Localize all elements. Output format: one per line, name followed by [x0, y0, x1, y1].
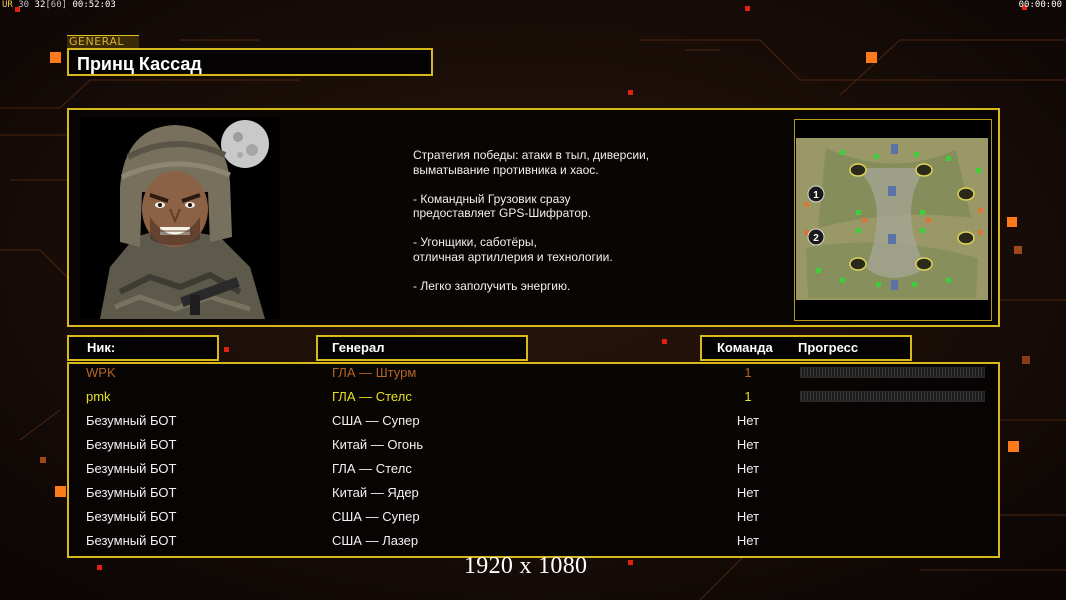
player-team: Нет: [736, 485, 760, 500]
player-row[interactable]: Безумный БОТ США — Супер Нет: [0, 409, 1066, 433]
player-nick: Безумный БОТ: [86, 533, 177, 548]
general-description: Стратегия победы: атаки в тыл, диверсии,…: [413, 148, 743, 308]
player-general: Китай — Огонь: [332, 437, 424, 452]
player-team: Нет: [736, 461, 760, 476]
player-row[interactable]: WPK ГЛА — Штурм 1: [0, 361, 1066, 385]
player-general: США — Супер: [332, 413, 420, 428]
description-line-3: - Угонщики, саботёры, отличная артиллери…: [413, 235, 613, 264]
general-name: Принц Кассад: [67, 48, 433, 76]
player-team: 1: [744, 389, 752, 404]
player-team: Нет: [736, 509, 760, 524]
start-position-2: 2: [813, 233, 819, 244]
player-general: ГЛА — Стелс: [332, 461, 412, 476]
player-progress-bar: [800, 391, 985, 402]
fps-value: 30: [18, 0, 30, 10]
player-row[interactable]: Безумный БОТ Китай — Ядер Нет: [0, 481, 1066, 505]
start-position-1: 1: [813, 190, 819, 201]
fps-limit: [60]: [45, 0, 68, 10]
player-row[interactable]: Безумный БОТ США — Супер Нет: [0, 505, 1066, 529]
column-header-nick: Ник:: [67, 335, 219, 361]
player-nick: WPK: [86, 365, 116, 380]
fps-counter: UR 30 32[60] 00:52:03: [2, 0, 116, 11]
description-line-2: - Командный Грузовик сразу предоставляет…: [413, 191, 592, 221]
player-nick: Безумный БОТ: [86, 485, 177, 500]
elapsed-time: 00:52:03: [72, 0, 116, 10]
game-timer: 00:00:00: [1018, 0, 1062, 10]
fps-value-2: 32: [34, 0, 46, 10]
player-nick: Безумный БОТ: [86, 437, 177, 452]
column-header-team-progress: Команда Прогресс: [700, 335, 912, 361]
player-nick: Безумный БОТ: [86, 509, 177, 524]
general-tag: GENERAL: [67, 35, 139, 48]
fps-label: UR: [2, 0, 13, 10]
player-general: ГЛА — Стелс: [332, 389, 412, 404]
player-team: Нет: [736, 533, 760, 548]
player-row[interactable]: Безумный БОТ ГЛА — Стелс Нет: [0, 457, 1066, 481]
player-row[interactable]: Безумный БОТ США — Лазер Нет: [0, 529, 1066, 553]
player-team: Нет: [736, 437, 760, 452]
column-header-progress: Прогресс: [798, 340, 859, 355]
player-team: 1: [744, 365, 752, 380]
player-nick: pmk: [86, 389, 111, 404]
player-progress-bar: [800, 367, 985, 378]
description-line-1: Стратегия победы: атаки в тыл, диверсии,…: [413, 148, 650, 177]
player-nick: Безумный БОТ: [86, 461, 177, 476]
player-row[interactable]: pmk ГЛА — Стелс 1: [0, 385, 1066, 409]
player-row[interactable]: Безумный БОТ Китай — Огонь Нет: [0, 433, 1066, 457]
player-nick: Безумный БОТ: [86, 413, 177, 428]
column-header-team: Команда: [717, 340, 773, 355]
resolution-label: 1920 x 1080: [464, 553, 588, 579]
player-general: Китай — Ядер: [332, 485, 419, 500]
general-portrait: [80, 117, 280, 319]
description-line-4: - Легко заполучить энергию.: [413, 278, 571, 293]
player-team: Нет: [736, 413, 760, 428]
player-general: ГЛА — Штурм: [332, 365, 417, 380]
player-general: США — Супер: [332, 509, 420, 524]
column-header-general: Генерал: [316, 335, 528, 361]
player-general: США — Лазер: [332, 533, 419, 548]
map-preview[interactable]: 1 2: [796, 138, 988, 300]
